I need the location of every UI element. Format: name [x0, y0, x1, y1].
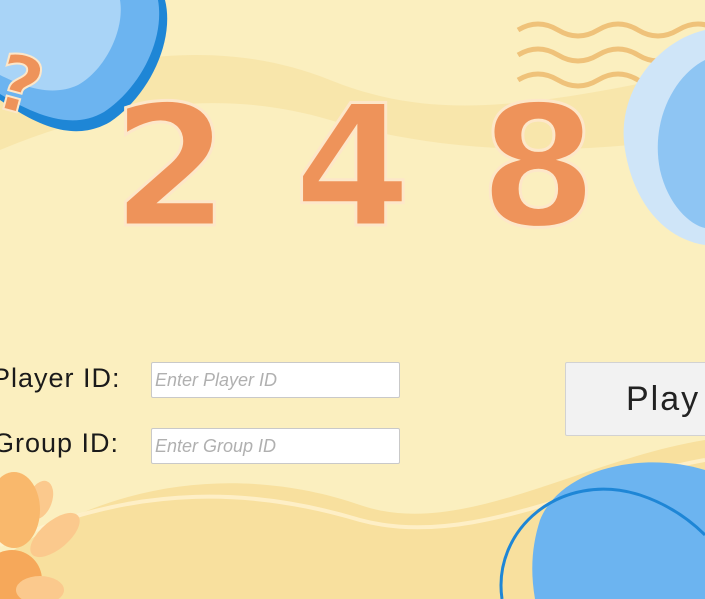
- play-button[interactable]: Play: [565, 362, 705, 436]
- group-id-input[interactable]: [151, 428, 400, 464]
- title-digit-4: 4: [293, 69, 413, 265]
- player-id-input[interactable]: [151, 362, 400, 398]
- title-digit-8: 8: [479, 69, 599, 265]
- group-id-label: Group ID:: [0, 428, 120, 458]
- title-digit-2: 2: [111, 69, 231, 265]
- player-id-label: Player ID:: [0, 363, 121, 393]
